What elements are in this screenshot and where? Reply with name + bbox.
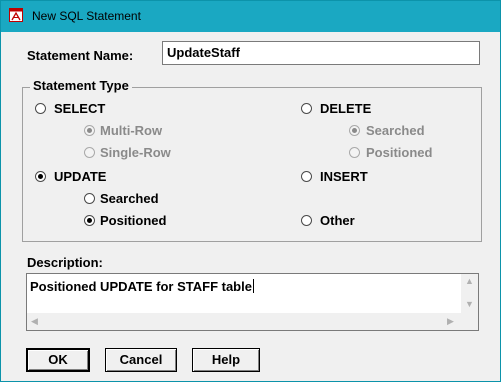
cancel-button[interactable]: Cancel	[105, 348, 177, 372]
delete-searched-label: Searched	[366, 123, 425, 138]
description-label: Description:	[27, 255, 103, 270]
update-searched-label[interactable]: Searched	[100, 191, 159, 206]
delete-positioned-radio	[349, 147, 360, 158]
delete-label[interactable]: DELETE	[320, 101, 371, 116]
update-positioned-label[interactable]: Positioned	[100, 213, 166, 228]
statement-name-input[interactable]: UpdateStaff	[162, 41, 480, 65]
dialog-body: Statement Name: UpdateStaff Statement Ty…	[8, 32, 496, 376]
window-title: New SQL Statement	[32, 9, 141, 23]
new-sql-statement-dialog: New SQL Statement Statement Name: Update…	[0, 0, 501, 382]
statement-name-value: UpdateStaff	[167, 45, 240, 60]
ok-button[interactable]: OK	[26, 348, 90, 372]
title-bar[interactable]: New SQL Statement	[1, 1, 500, 32]
select-label[interactable]: SELECT	[54, 101, 105, 116]
other-label[interactable]: Other	[320, 213, 355, 228]
other-radio[interactable]	[301, 215, 312, 226]
description-textarea[interactable]: Positioned UPDATE for STAFF table ▲ ▼ ◀ …	[26, 273, 479, 331]
update-searched-radio[interactable]	[84, 193, 95, 204]
scroll-right-icon[interactable]: ▶	[447, 317, 454, 326]
insert-label[interactable]: INSERT	[320, 169, 368, 184]
help-button[interactable]: Help	[192, 348, 260, 372]
select-multi-row-radio	[84, 125, 95, 136]
update-positioned-radio[interactable]	[84, 215, 95, 226]
scroll-down-icon[interactable]: ▼	[465, 300, 474, 309]
scrollbar-corner	[461, 313, 478, 330]
update-label[interactable]: UPDATE	[54, 169, 106, 184]
statement-type-title: Statement Type	[30, 78, 132, 93]
scroll-left-icon[interactable]: ◀	[31, 317, 38, 326]
select-radio[interactable]	[35, 103, 46, 114]
app-icon	[9, 8, 23, 22]
delete-searched-radio	[349, 125, 360, 136]
update-radio[interactable]	[35, 171, 46, 182]
scroll-up-icon[interactable]: ▲	[465, 277, 474, 286]
statement-name-label: Statement Name:	[27, 48, 134, 63]
delete-radio[interactable]	[301, 103, 312, 114]
insert-radio[interactable]	[301, 171, 312, 182]
vertical-scrollbar[interactable]: ▲ ▼	[461, 274, 478, 314]
description-value: Positioned UPDATE for STAFF table	[30, 279, 254, 294]
select-multi-row-label: Multi-Row	[100, 123, 163, 138]
horizontal-scrollbar[interactable]: ◀ ▶	[27, 313, 461, 330]
select-single-row-radio	[84, 147, 95, 158]
delete-positioned-label: Positioned	[366, 145, 433, 160]
select-single-row-label: Single-Row	[100, 145, 171, 160]
